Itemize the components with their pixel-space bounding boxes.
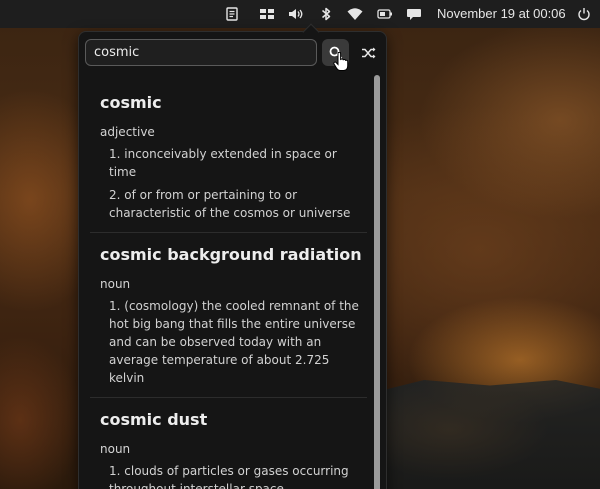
battery-icon[interactable] bbox=[377, 6, 393, 22]
search-input[interactable]: cosmic bbox=[85, 39, 317, 66]
result-term: cosmic background radiation bbox=[100, 245, 362, 264]
window-switcher-icon[interactable] bbox=[259, 6, 275, 22]
result-entry: cosmic adjective 1. inconceivably extend… bbox=[90, 74, 367, 233]
shuffle-icon bbox=[361, 47, 375, 58]
result-part-of-speech: noun bbox=[100, 277, 131, 291]
wifi-icon[interactable] bbox=[347, 6, 363, 22]
notes-icon[interactable] bbox=[224, 6, 240, 22]
results-list: cosmic adjective 1. inconceivably extend… bbox=[79, 74, 373, 489]
top-panel: November 19 at 00:06 bbox=[0, 0, 600, 28]
bluetooth-icon[interactable] bbox=[318, 6, 334, 22]
hand-cursor-icon bbox=[333, 52, 349, 71]
chat-icon[interactable] bbox=[406, 6, 422, 22]
wallpaper-hill bbox=[380, 380, 600, 489]
result-definition: 1. (cosmology) the cooled remnant of the… bbox=[109, 299, 359, 385]
result-definition: 1. inconceivably extended in space or ti… bbox=[109, 147, 337, 179]
result-entry: cosmic background radiation noun 1. (cos… bbox=[90, 233, 367, 398]
result-part-of-speech: noun bbox=[100, 442, 131, 456]
result-definition: 1. clouds of particles or gases occurrin… bbox=[109, 464, 349, 489]
volume-icon[interactable] bbox=[288, 6, 304, 22]
power-icon[interactable] bbox=[576, 6, 592, 22]
result-entry: cosmic dust noun 1. clouds of particles … bbox=[90, 398, 367, 489]
result-term: cosmic dust bbox=[100, 410, 208, 429]
shuffle-button[interactable] bbox=[355, 39, 382, 66]
result-definition: 2. of or from or pertaining to or charac… bbox=[109, 188, 351, 220]
dictionary-popover: cosmic cosmic adjective 1. inconceivably… bbox=[78, 23, 387, 489]
results-scrollbar[interactable] bbox=[373, 74, 381, 489]
result-part-of-speech: adjective bbox=[100, 125, 155, 139]
clock[interactable]: November 19 at 00:06 bbox=[437, 6, 566, 22]
scrollbar-thumb[interactable] bbox=[374, 75, 380, 489]
result-term: cosmic bbox=[100, 93, 162, 112]
